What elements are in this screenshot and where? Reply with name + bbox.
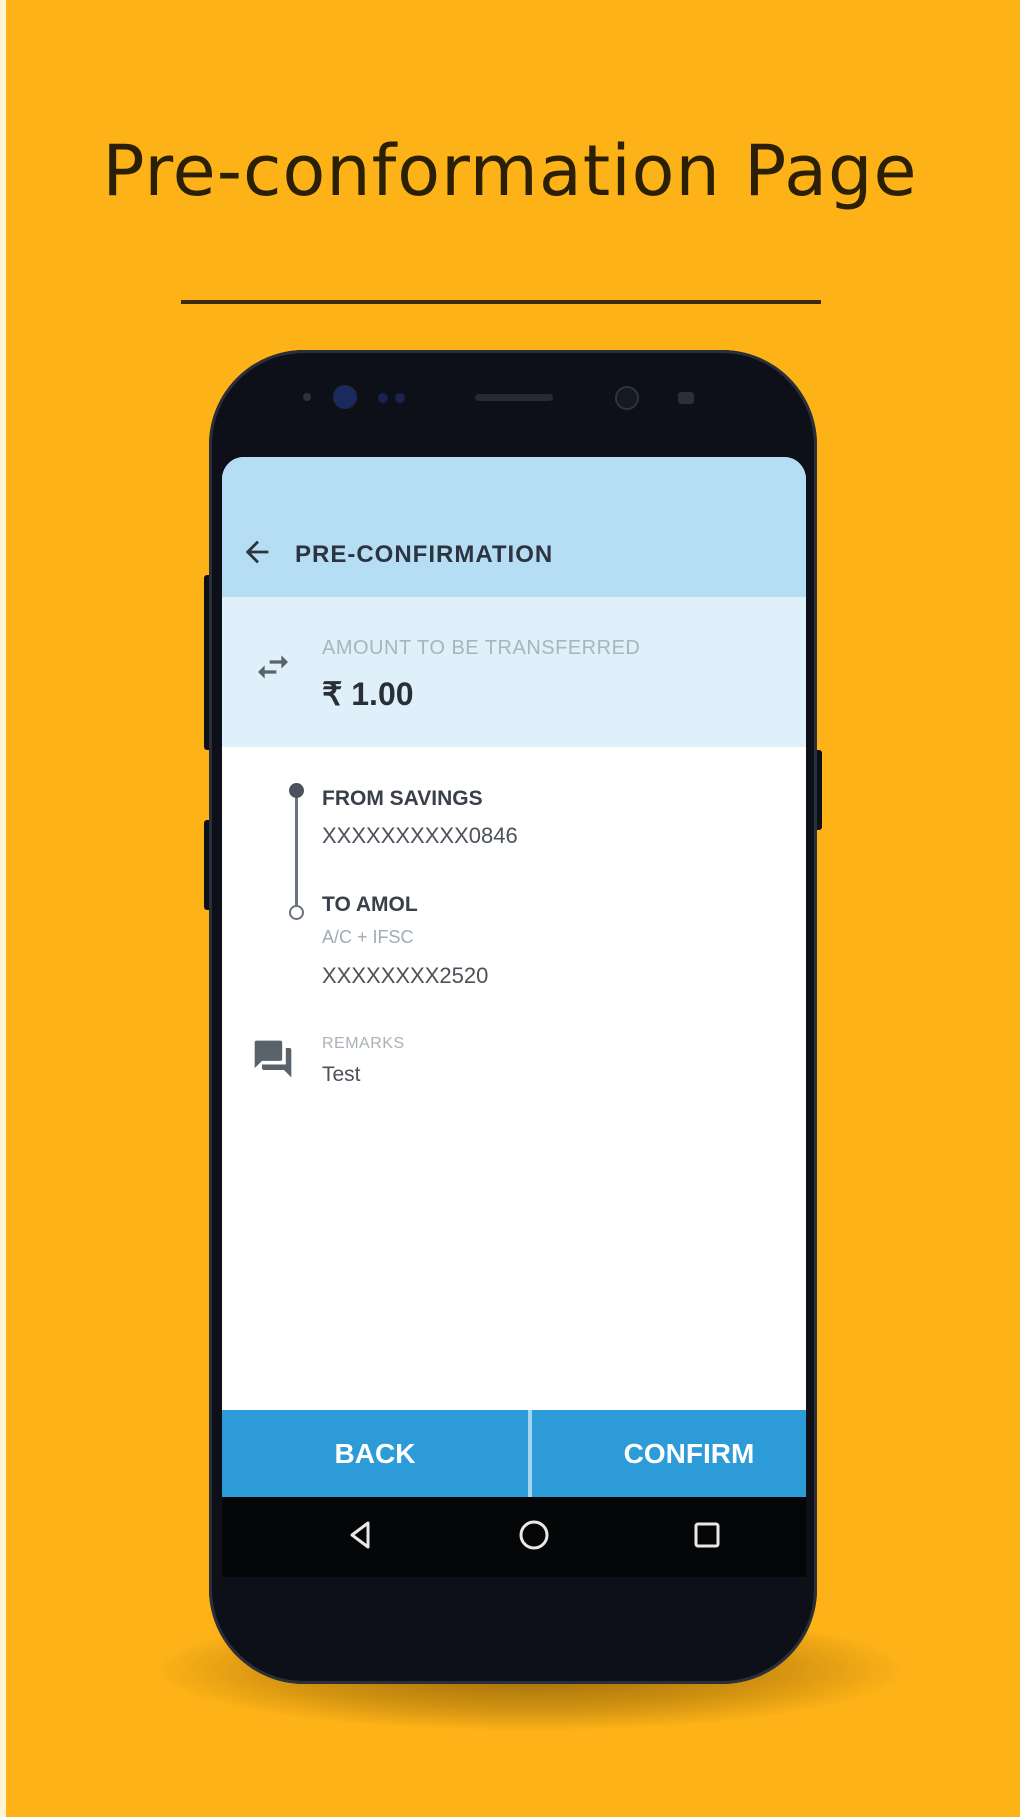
iris-camera — [615, 386, 639, 410]
system-nav-bar — [222, 1497, 806, 1577]
app-bar: PRE-CONFIRMATION — [222, 457, 806, 597]
arrow-left-icon[interactable] — [240, 535, 274, 569]
iris-sensor-2 — [395, 393, 405, 403]
triangle-back-icon[interactable] — [340, 1515, 380, 1555]
confirm-button[interactable]: CONFIRM — [532, 1410, 806, 1497]
phone-screen: PRE-CONFIRMATION AMOUNT TO BE TRANSFERRE… — [222, 457, 806, 1497]
back-button[interactable]: BACK — [222, 1410, 528, 1497]
remarks-label: REMARKS — [322, 1035, 405, 1052]
transfer-arrows-icon — [258, 655, 288, 679]
page-title: PRE-CONFIRMATION — [295, 541, 554, 568]
title-divider — [181, 300, 821, 304]
timeline-start-dot — [289, 783, 304, 798]
promo-title: Pre-conformation Page — [102, 130, 918, 212]
led-indicator — [678, 392, 694, 404]
amount-value: ₹ 1.00 — [322, 676, 414, 712]
iris-sensor — [378, 393, 388, 403]
from-account-label: FROM SAVINGS — [322, 787, 483, 810]
amount-label: AMOUNT TO BE TRANSFERRED — [322, 637, 641, 659]
to-account-number: XXXXXXXX2520 — [322, 963, 489, 988]
square-recents-icon[interactable] — [687, 1515, 727, 1555]
action-bar: BACK CONFIRM — [222, 1410, 806, 1497]
left-edge-strip — [0, 0, 6, 1817]
to-payee-label: TO AMOL — [322, 893, 418, 916]
from-account-number: XXXXXXXXXX0846 — [322, 823, 518, 848]
to-payee-type: A/C + IFSC — [322, 927, 414, 947]
amount-section: AMOUNT TO BE TRANSFERRED ₹ 1.00 — [222, 597, 806, 747]
circle-home-icon[interactable] — [514, 1515, 554, 1555]
remarks-value: Test — [322, 1063, 361, 1086]
timeline-end-dot — [289, 905, 304, 920]
timeline-connector — [295, 792, 298, 912]
proximity-sensor — [303, 393, 311, 401]
earpiece-speaker — [475, 394, 553, 401]
front-camera — [333, 385, 357, 409]
chat-bubbles-icon — [254, 1040, 292, 1078]
